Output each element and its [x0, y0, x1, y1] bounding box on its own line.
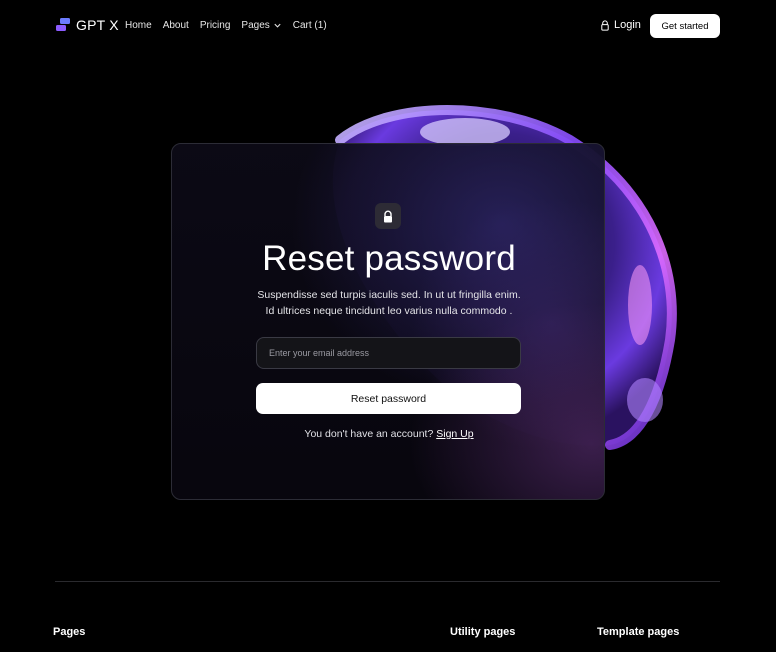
nav-dropdown-pages[interactable]: Pages	[241, 20, 281, 31]
footer-divider	[55, 581, 720, 582]
lock-badge	[375, 203, 401, 229]
nav-link-about[interactable]: About	[163, 20, 189, 31]
footer-heading-template: Template pages	[597, 626, 680, 638]
nav-link-pricing[interactable]: Pricing	[200, 20, 231, 31]
get-started-button[interactable]: Get started	[650, 14, 720, 38]
lock-icon	[601, 19, 609, 31]
nav-links: Home About Pricing Pages Cart (1)	[125, 20, 327, 31]
logo-mark-icon	[56, 18, 70, 31]
nav-link-cart[interactable]: Cart (1)	[293, 20, 327, 31]
card-description: Suspendisse sed turpis iaculis sed. In u…	[232, 287, 546, 319]
login-link[interactable]: Login	[600, 19, 641, 31]
login-label: Login	[614, 19, 641, 31]
description-line-1: Suspendisse sed turpis iaculis sed. In u…	[257, 289, 521, 301]
nav-link-pages-label: Pages	[241, 20, 270, 31]
logo-text: GPT X	[76, 17, 119, 33]
navbar: GPT X Home About Pricing Pages Cart (1) …	[0, 0, 776, 52]
nav-link-home[interactable]: Home	[125, 20, 152, 31]
lock-icon	[384, 210, 392, 222]
reset-password-card: Reset password Suspendisse sed turpis ia…	[171, 143, 605, 500]
reset-password-button[interactable]: Reset password	[256, 383, 521, 414]
signup-row: You don't have an account? Sign Up	[172, 428, 604, 440]
page-title: Reset password	[262, 239, 516, 278]
footer-heading-utility: Utility pages	[450, 626, 516, 638]
page: GPT X Home About Pricing Pages Cart (1) …	[0, 0, 776, 652]
description-line-2: Id ultrices neque tincidunt leo varius n…	[265, 305, 513, 317]
email-field[interactable]	[256, 337, 521, 369]
chevron-down-icon	[274, 23, 281, 28]
signup-prompt: You don't have an account?	[304, 428, 434, 440]
logo[interactable]: GPT X	[55, 17, 119, 33]
signup-link[interactable]: Sign Up	[436, 428, 473, 440]
footer-heading-pages: Pages	[53, 626, 86, 638]
